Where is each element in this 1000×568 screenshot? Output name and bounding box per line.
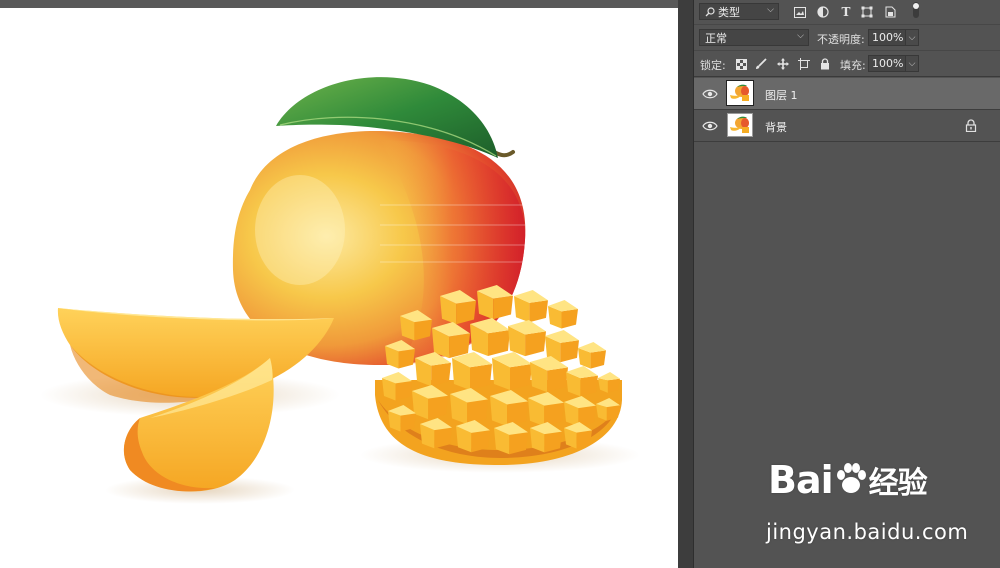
layer-name[interactable]: 图层 1 <box>765 87 798 103</box>
shape-filter-icon[interactable] <box>860 5 874 19</box>
layer-row-background[interactable]: 背景 <box>694 110 1000 142</box>
lock-fill-row: 锁定: 填充: 100% ⌵ <box>694 51 1000 77</box>
lock-position-icon[interactable] <box>776 57 790 71</box>
baidu-jingyan-watermark: Bai 经验 jingyan.baidu.com <box>760 458 968 558</box>
lock-transparent-pixels-icon[interactable] <box>734 57 748 71</box>
fill-label: 填充: <box>840 59 866 72</box>
lock-all-icon[interactable] <box>818 57 832 71</box>
visibility-eye-icon[interactable] <box>702 87 718 101</box>
blend-mode-value: 正常 <box>705 31 727 45</box>
canvas-top-strip <box>0 0 693 8</box>
opacity-slider-toggle[interactable]: ⌵ <box>905 29 919 46</box>
document-canvas[interactable] <box>0 8 678 568</box>
chevron-down-icon: ⌵ <box>767 5 774 15</box>
smart-object-filter-icon[interactable] <box>883 5 897 19</box>
watermark-logo-suffix: 经验 <box>868 466 928 501</box>
blend-opacity-row: 正常 ⌵ 不透明度: 100% ⌵ <box>694 25 1000 51</box>
layer-lock-icon[interactable] <box>965 119 977 132</box>
layer-thumbnail <box>726 80 754 106</box>
filter-toggle-icon[interactable] <box>909 2 923 18</box>
watermark-url: jingyan.baidu.com <box>766 520 969 544</box>
layer-row-layer-1[interactable]: 图层 1 <box>694 78 1000 110</box>
mango-artwork <box>40 77 640 504</box>
opacity-input[interactable]: 100% <box>868 29 906 46</box>
watermark-logo: Bai 经验 <box>768 458 928 502</box>
fill-slider-toggle[interactable]: ⌵ <box>905 55 919 72</box>
chevron-down-icon: ⌵ <box>797 31 804 41</box>
fill-input[interactable]: 100% <box>868 55 906 72</box>
canvas-area[interactable] <box>0 0 693 568</box>
layer-thumbnail <box>727 113 753 137</box>
blend-mode-dropdown[interactable]: 正常 ⌵ <box>699 29 809 46</box>
lock-image-pixels-icon[interactable] <box>754 57 768 71</box>
watermark-logo-text: Bai <box>768 458 834 502</box>
filter-kind-label: 类型 <box>718 5 740 19</box>
visibility-eye-icon[interactable] <box>702 119 718 133</box>
layer-name[interactable]: 背景 <box>765 119 787 135</box>
opacity-label: 不透明度: <box>817 33 865 46</box>
lock-label: 锁定: <box>700 59 726 72</box>
filter-kind-dropdown[interactable]: 类型 ⌵ <box>699 3 779 20</box>
search-icon <box>705 6 715 16</box>
image-filter-icon[interactable] <box>793 5 807 19</box>
canvas-scroll-edge <box>678 0 693 568</box>
adjustment-filter-icon[interactable] <box>816 5 830 19</box>
lock-artboard-icon[interactable] <box>797 57 811 71</box>
paw-icon <box>836 463 866 493</box>
type-filter-icon[interactable]: T <box>839 5 853 19</box>
layer-filter-row: 类型 ⌵ T <box>694 0 1000 25</box>
